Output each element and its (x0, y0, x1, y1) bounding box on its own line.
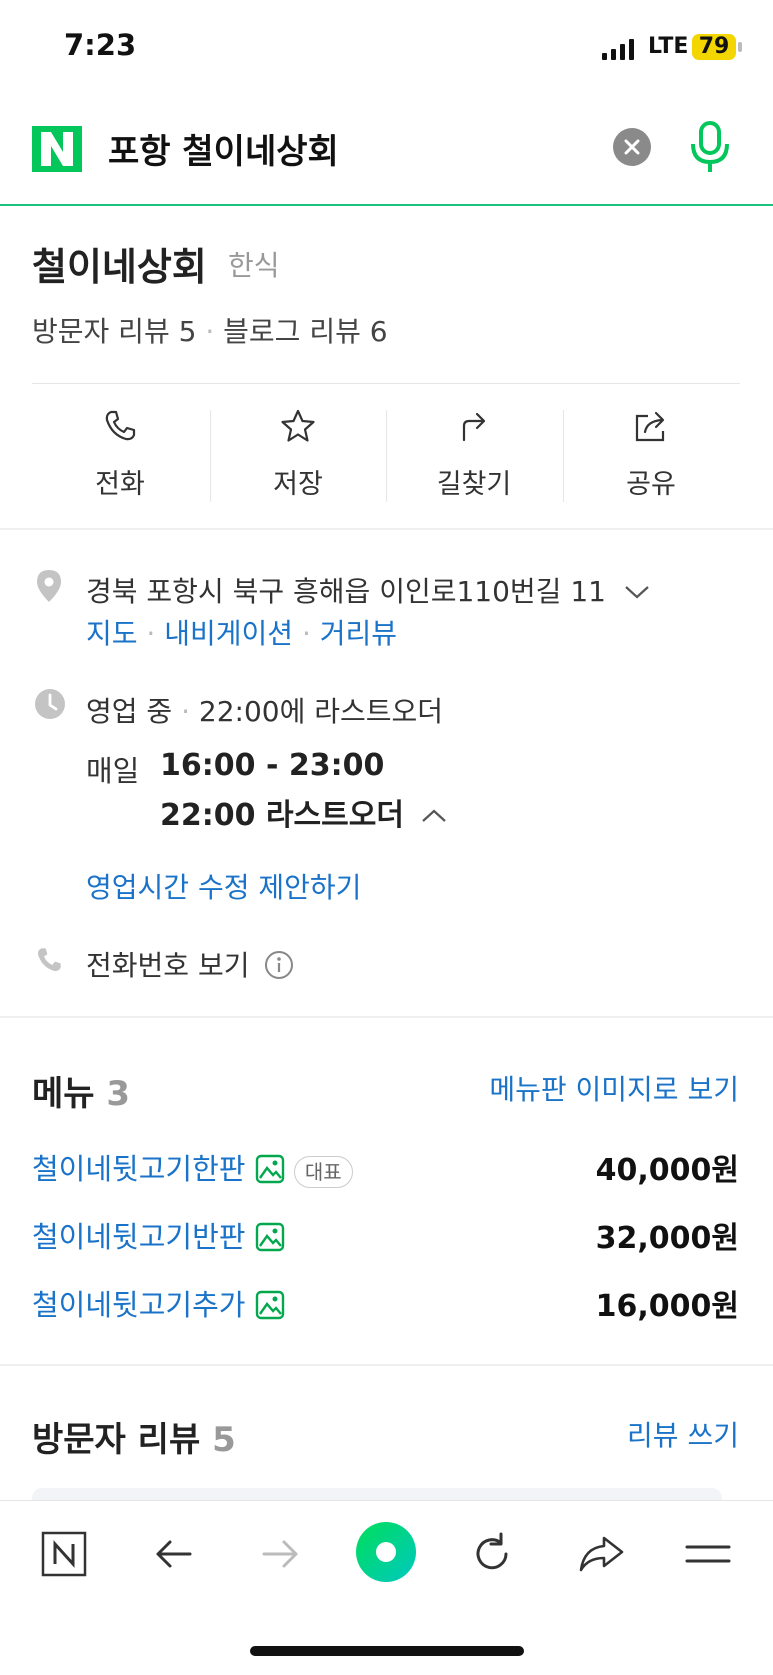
write-review-link[interactable]: 리뷰 쓰기 (627, 1414, 739, 1454)
address-row[interactable]: 경북 포항시 북구 흥해읍 이인로110번길 11 (86, 570, 651, 610)
menu-title: 메뉴 (32, 1074, 95, 1114)
network-type: LTE (648, 34, 689, 59)
menu-image-link[interactable]: 메뉴판 이미지로 보기 (489, 1068, 739, 1108)
place-name: 철이네상회 (32, 245, 207, 289)
close-icon (624, 139, 640, 155)
location-pin-icon (37, 570, 61, 602)
last-order-note: 22:00에 라스트오더 (198, 695, 444, 728)
phone-icon (38, 948, 61, 971)
share-arrow-icon[interactable] (576, 1530, 626, 1578)
phone-icon (105, 410, 136, 441)
call-label: 전화 (95, 469, 145, 500)
refresh-icon[interactable] (468, 1530, 516, 1578)
directions-button[interactable]: 길찾기 (386, 408, 562, 501)
share-icon (635, 411, 665, 442)
star-icon (281, 409, 315, 442)
signal-icon (602, 38, 642, 60)
suggest-hours-edit-link[interactable]: 영업시간 수정 제안하기 (86, 866, 361, 906)
clear-search-button[interactable] (613, 128, 651, 166)
menu-icon[interactable] (684, 1530, 732, 1578)
schedule-day: 매일 (86, 754, 140, 788)
place-category: 한식 (228, 249, 280, 282)
menu-item-name: 철이네뒷고기반판 (32, 1220, 246, 1254)
blog-review-count[interactable]: 블로그 리뷰 6 (223, 315, 387, 348)
info-icon[interactable] (264, 950, 294, 980)
directions-label: 길찾기 (436, 469, 512, 500)
menu-item-price: 40,000원 (595, 1153, 739, 1188)
save-button[interactable]: 저장 (210, 408, 386, 501)
image-icon (255, 1222, 284, 1252)
chevron-down-icon[interactable] (623, 583, 651, 601)
directions-icon (462, 412, 486, 442)
navigation-link[interactable]: 내비게이션 (164, 617, 293, 650)
map-link[interactable]: 지도 (86, 617, 138, 650)
open-status: 영업 중 (86, 695, 173, 728)
back-arrow-icon[interactable] (150, 1530, 198, 1578)
image-icon (255, 1154, 284, 1184)
separator-dot: · (172, 695, 199, 728)
status-time: 7:23 (64, 28, 137, 62)
separator-dot: · (137, 617, 165, 650)
green-dot-icon[interactable] (354, 1520, 418, 1584)
street-view-link[interactable]: 거리뷰 (320, 617, 397, 650)
visitor-review-title: 방문자 리뷰 (32, 1420, 201, 1460)
forward-arrow-icon[interactable] (256, 1530, 304, 1578)
phone-view-label: 전화번호 보기 (86, 949, 250, 982)
menu-item-price: 16,000원 (595, 1289, 739, 1324)
menu-item[interactable]: 철이네뒷고기추가 (32, 1282, 285, 1324)
section-divider (0, 1016, 773, 1018)
visitor-review-section-title: 방문자 리뷰 5 (32, 1412, 236, 1461)
divider (32, 383, 740, 384)
battery-cap (738, 42, 742, 52)
share-label: 공유 (626, 469, 676, 500)
share-button[interactable]: 공유 (563, 408, 739, 501)
menu-item-name: 철이네뒷고기추가 (32, 1288, 246, 1322)
chevron-up-icon[interactable] (420, 807, 448, 825)
schedule-last-order: 22:00 라스트오더 (160, 798, 404, 833)
schedule-hours: 16:00 - 23:00 (160, 748, 385, 783)
address-links: 지도 · 내비게이션 · 거리뷰 (86, 612, 397, 652)
schedule-last-order-row[interactable]: 22:00 라스트오더 (160, 790, 448, 834)
search-query[interactable]: 포항 철이네상회 (108, 124, 339, 173)
menu-item[interactable]: 철이네뒷고기한판 대표 (32, 1146, 353, 1188)
section-divider (0, 1364, 773, 1366)
call-button[interactable]: 전화 (32, 408, 208, 501)
section-divider (0, 528, 773, 530)
business-status-row: 영업 중 · 22:00에 라스트오더 (86, 690, 443, 730)
naver-logo-icon[interactable] (32, 126, 82, 172)
visitor-review-count[interactable]: 방문자 리뷰 5 (32, 315, 196, 348)
battery-level: 79 (692, 34, 736, 60)
menu-item-name: 철이네뒷고기한판 (32, 1152, 246, 1186)
visitor-review-count: 5 (212, 1420, 236, 1460)
save-label: 저장 (273, 469, 323, 500)
representative-badge: 대표 (293, 1156, 353, 1188)
menu-item-price: 32,000원 (595, 1221, 739, 1256)
menu-section-title: 메뉴 3 (32, 1066, 130, 1115)
menu-item[interactable]: 철이네뒷고기반판 (32, 1214, 285, 1256)
address-text: 경북 포항시 북구 흥해읍 이인로110번길 11 (86, 575, 606, 608)
menu-count: 3 (106, 1074, 131, 1114)
separator-dot: · (205, 315, 224, 348)
separator-dot: · (293, 617, 320, 650)
image-icon (255, 1290, 284, 1320)
naver-home-icon[interactable] (40, 1530, 88, 1578)
clock-icon (35, 689, 65, 719)
mic-icon[interactable] (686, 120, 734, 176)
review-counts: 방문자 리뷰 5 · 블로그 리뷰 6 (32, 310, 388, 350)
home-indicator (250, 1646, 524, 1656)
phone-view-row[interactable]: 전화번호 보기 (86, 944, 294, 984)
